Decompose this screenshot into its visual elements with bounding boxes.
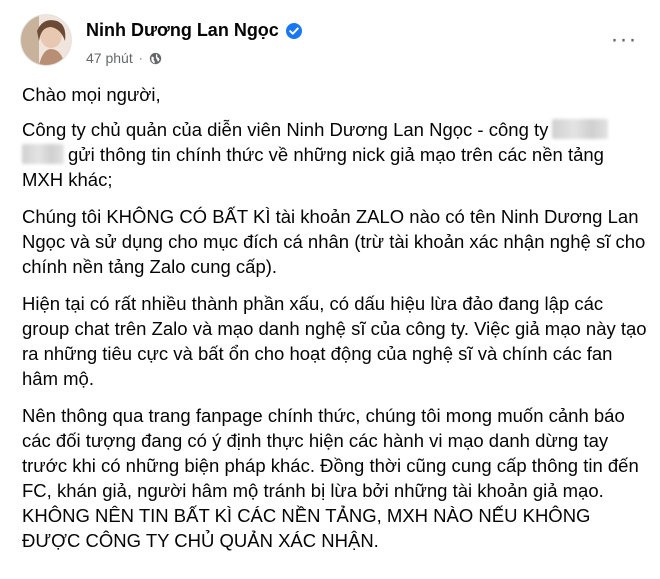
post-paragraph-3: Hiện tại có rất nhiều thành phần xấu, có…: [22, 293, 647, 389]
more-options-button[interactable]: ···: [606, 26, 642, 53]
redacted-company-name: [552, 119, 609, 139]
author-name[interactable]: Ninh Dương Lan Ngọc: [86, 20, 279, 41]
redacted-company-name-continued: [22, 144, 64, 164]
post-header: Ninh Dương Lan Ngọc 47 phút · ···: [12, 10, 648, 70]
meta-separator: ·: [138, 51, 143, 65]
facebook-post: Ninh Dương Lan Ngọc 47 phút · ··· Chào m…: [0, 0, 660, 579]
paragraph-1-end: gửi thông tin chính thức về những nick g…: [22, 144, 604, 190]
paragraph-1-start: Công ty chủ quản của diễn viên Ninh Dươn…: [22, 119, 549, 140]
avatar-photo: [21, 15, 71, 65]
post-timestamp[interactable]: 47 phút: [86, 50, 133, 66]
post-greeting: Chào mọi người,: [22, 84, 161, 105]
post-paragraph-1: Công ty chủ quản của diễn viên Ninh Dươn…: [22, 117, 648, 192]
author-row: Ninh Dương Lan Ngọc: [86, 20, 303, 41]
globe-icon[interactable]: [149, 52, 162, 65]
post-meta: 47 phút ·: [86, 50, 162, 66]
avatar[interactable]: [20, 14, 72, 66]
post-body: Chào mọi người, Công ty chủ quản của diễ…: [22, 82, 648, 565]
post-paragraph-4: Nên thông qua trang fanpage chính thức, …: [22, 405, 639, 551]
post-paragraph-2: Chúng tôi KHÔNG CÓ BẤT KÌ tài khoản ZALO…: [22, 206, 646, 277]
verified-badge-icon: [285, 22, 303, 40]
